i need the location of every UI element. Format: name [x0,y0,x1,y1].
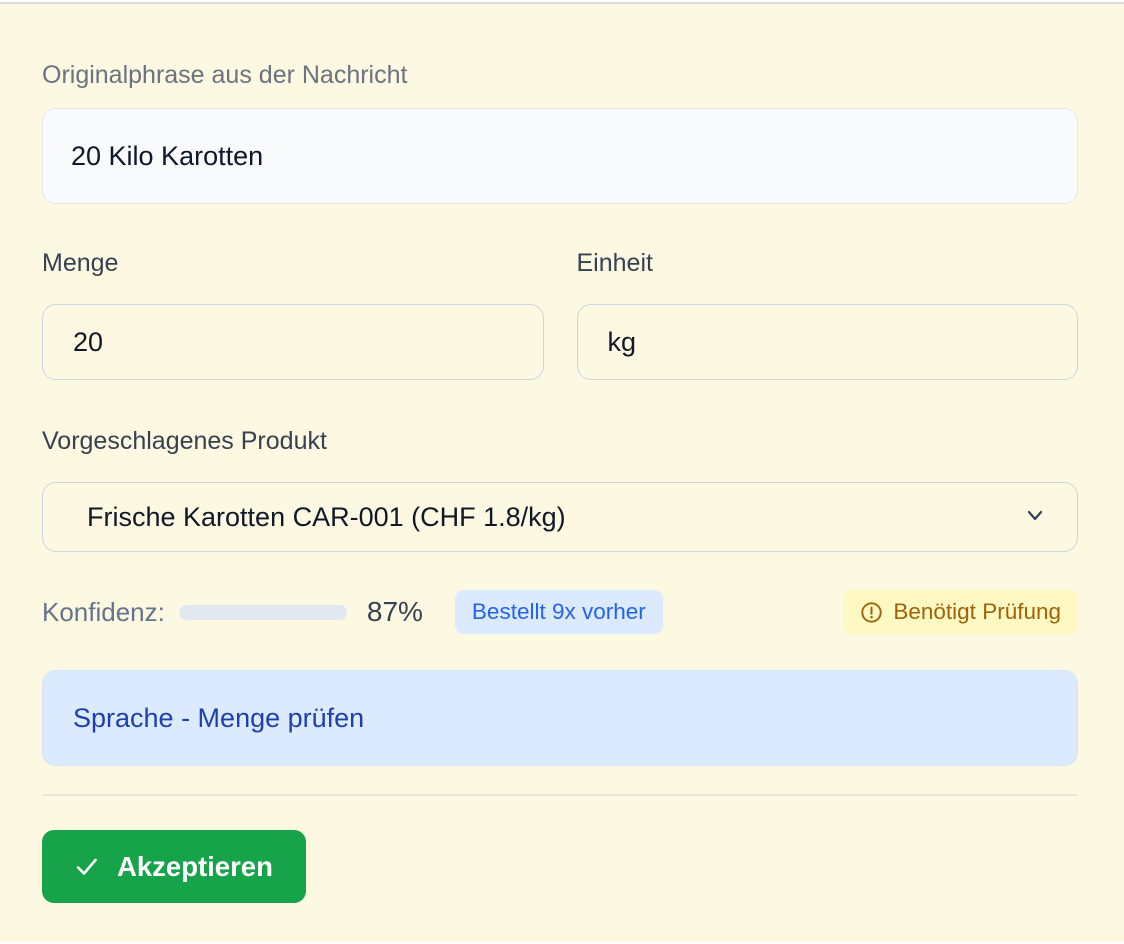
quantity-unit-row: Menge Einheit [42,248,1078,380]
confidence-percent: 87% [367,596,423,628]
needs-review-badge-label: Benötigt Prüfung [893,599,1061,625]
original-phrase-label: Originalphrase aus der Nachricht [42,4,1078,90]
check-icon [73,853,100,880]
confidence-progress-bar [179,605,347,620]
accept-button-label: Akzeptieren [117,851,273,883]
product-label: Vorgeschlagenes Produkt [42,426,1078,456]
alert-circle-icon [860,601,883,624]
quantity-input[interactable] [42,304,544,380]
order-history-badge: Bestellt 9x vorher [455,590,663,634]
unit-label: Einheit [577,248,1079,278]
confidence-label: Konfidenz: [42,597,165,628]
review-panel-viewport: Originalphrase aus der Nachricht Menge E… [0,0,1124,944]
review-reason-text: Sprache - Menge prüfen [73,703,364,734]
review-reason-note: Sprache - Menge prüfen [42,670,1078,766]
quantity-field-group: Menge [42,248,544,380]
quantity-label: Menge [42,248,544,278]
accept-button[interactable]: Akzeptieren [42,830,306,903]
needs-review-badge: Benötigt Prüfung [843,590,1078,634]
order-item-review-card: Originalphrase aus der Nachricht Menge E… [0,4,1124,942]
confidence-row: Konfidenz: 87% Bestellt 9x vorher Benöti… [42,590,1078,634]
unit-input[interactable] [577,304,1079,380]
section-divider [42,794,1078,796]
original-phrase-input[interactable] [42,108,1078,204]
unit-field-group: Einheit [577,248,1079,380]
product-select-value: Frische Karotten CAR-001 (CHF 1.8/kg) [87,502,566,533]
chevron-down-icon [1023,503,1047,532]
product-select[interactable]: Frische Karotten CAR-001 (CHF 1.8/kg) [42,482,1078,552]
order-history-badge-label: Bestellt 9x vorher [472,599,646,625]
